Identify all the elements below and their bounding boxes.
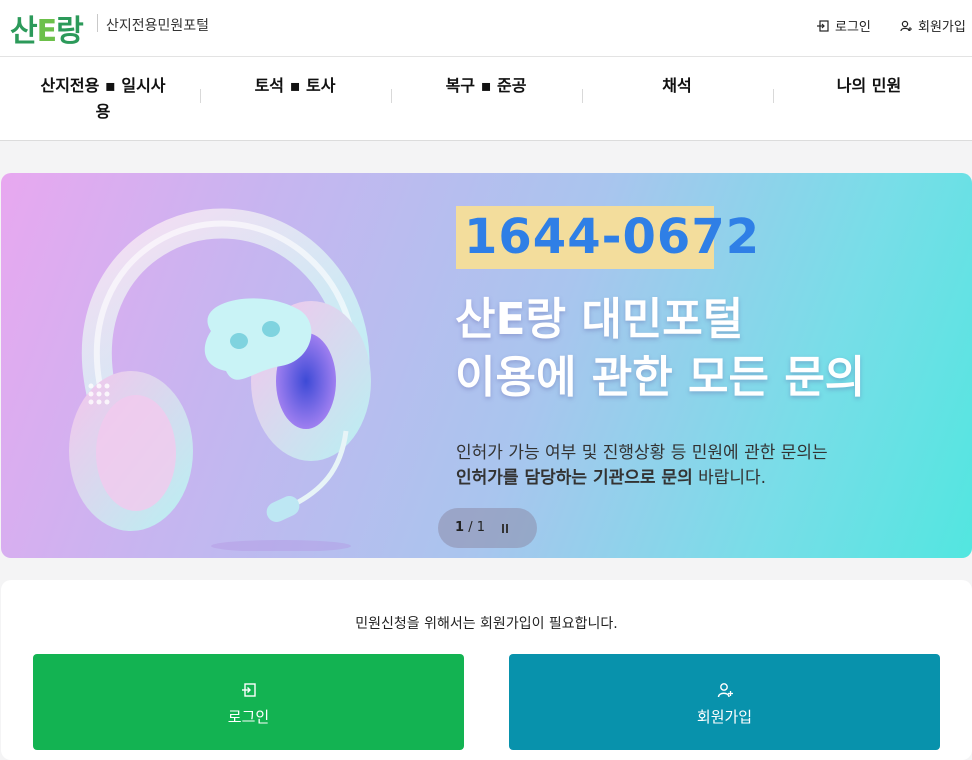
nav-item-label: 복구 ▪ 준공 [445, 76, 527, 95]
desc-emphasis: 인허가를 담당하는 기관으로 문의 [456, 468, 693, 488]
main-navigation: 산지전용 ▪ 일시사 용 토석 ▪ 토사 복구 ▪ 준공 채석 나의 민원 [0, 57, 972, 141]
logo-text-e: E [36, 14, 57, 49]
headline-line: 산E랑 대민포털 [455, 294, 744, 345]
nav-item-label: 산지전용 ▪ 일시사 [40, 76, 166, 95]
nav-item-label-wrap: 용 [95, 102, 111, 121]
nav-divider [582, 89, 583, 103]
login-icon [817, 19, 829, 32]
logo-divider [97, 14, 98, 32]
logo-text-san: 산 [10, 14, 38, 49]
headline-line: 이용에 관한 모든 문의 [455, 352, 866, 403]
signup-notice: 민원신청을 위해서는 회원가입이 필요합니다. [355, 616, 618, 632]
join-button[interactable]: 회원가입 [509, 654, 940, 750]
header-login-link[interactable]: 로그인 [817, 16, 871, 35]
logo-text-rang: 랑 [56, 14, 84, 49]
desc-tail: 바랍니다. [692, 468, 767, 488]
header-login-label: 로그인 [835, 20, 871, 35]
desc-line: 인허가를 담당하는 기관으로 문의 바랍니다. [456, 466, 828, 491]
member-panel: 민원신청을 위해서는 회원가입이 필요합니다. 로그인 회원가입 [1, 580, 972, 760]
join-button-label: 회원가입 [696, 708, 753, 726]
login-button-label: 로그인 [227, 708, 270, 726]
pager-count: 1 / 1 [455, 520, 485, 535]
nav-item-quarrying[interactable]: 채석 [602, 73, 752, 99]
logo-subtitle: 산지전용민원포털 [106, 18, 210, 34]
pager-current: 1 [455, 520, 465, 535]
pager-total: / 1 [468, 520, 485, 535]
headset-illustration [69, 208, 371, 551]
nav-item-label: 토석 ▪ 토사 [254, 76, 336, 95]
user-add-icon [717, 683, 733, 698]
desc-line: 인허가 가능 여부 및 진행상황 등 민원에 관한 문의는 [456, 443, 828, 463]
banner-description: 인허가 가능 여부 및 진행상황 등 민원에 관한 문의는 인허가를 담당하는 … [456, 441, 828, 491]
top-header: 산E랑 산지전용민원포털 로그인 회원가입 [0, 0, 972, 57]
pause-icon[interactable] [502, 524, 508, 533]
nav-item-label: 채석 [662, 76, 692, 95]
nav-item-label: 나의 민원 [836, 76, 902, 95]
nav-divider [773, 89, 774, 103]
nav-item-restoration[interactable]: 복구 ▪ 준공 [411, 73, 561, 99]
login-button[interactable]: 로그인 [33, 654, 464, 750]
banner-headline: 산E랑 대민포털 이용에 관한 모든 문의 [455, 291, 865, 407]
nav-item-my-requests[interactable]: 나의 민원 [794, 73, 944, 99]
site-logo[interactable]: 산E랑 [10, 6, 84, 50]
nav-item-conversion[interactable]: 산지전용 ▪ 일시사 용 [28, 73, 178, 125]
banner-pager: 1 / 1 [438, 508, 537, 548]
nav-item-earth-stone[interactable]: 토석 ▪ 토사 [220, 73, 370, 99]
header-join-link[interactable]: 회원가입 [900, 16, 966, 35]
user-add-icon [900, 20, 912, 31]
nav-divider [391, 89, 392, 103]
hero-banner[interactable]: 1644-0672 산E랑 대민포털 이용에 관한 모든 문의 인허가 가능 여… [1, 173, 972, 558]
login-icon [242, 683, 256, 697]
header-join-label: 회원가입 [918, 20, 966, 35]
nav-divider [200, 89, 201, 103]
support-phone-number: 1644-0672 [464, 209, 761, 265]
